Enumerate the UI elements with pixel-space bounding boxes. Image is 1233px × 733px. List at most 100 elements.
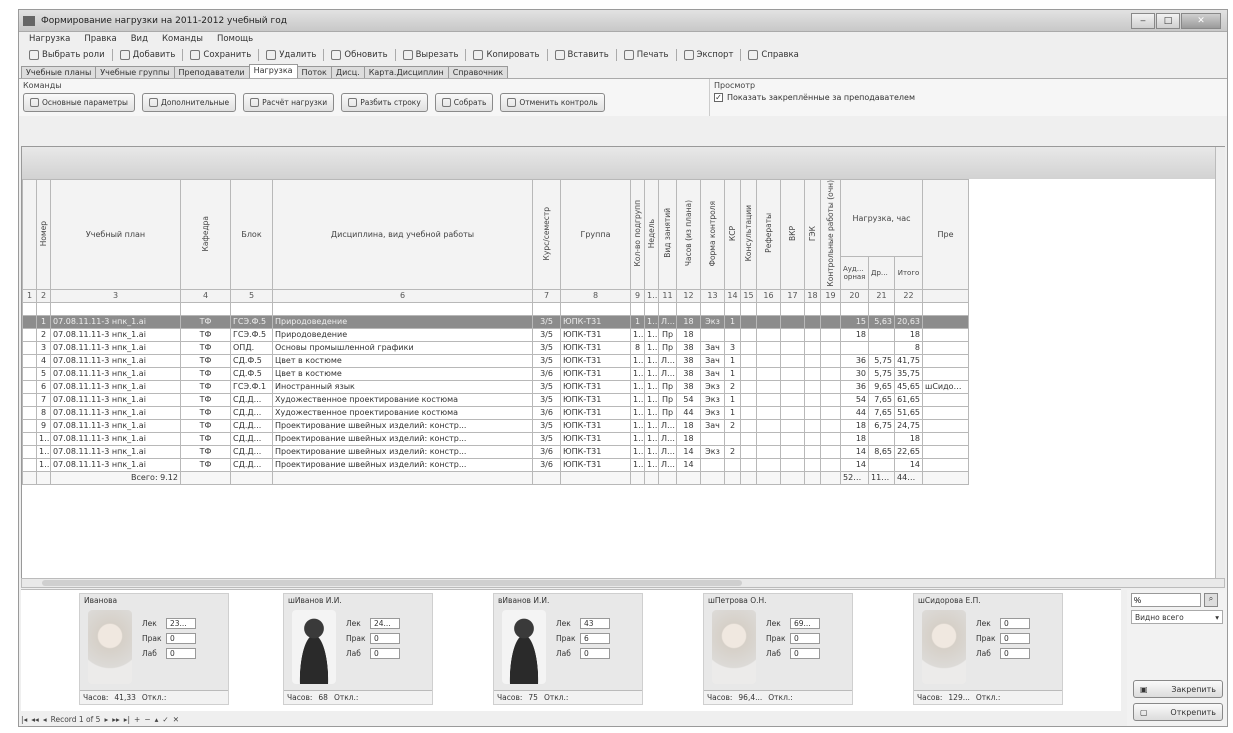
prev-page-button[interactable]: ◂◂ (31, 715, 39, 724)
empty-cell[interactable] (272, 301, 533, 316)
next-page-button[interactable]: ▸▸ (112, 715, 120, 724)
empty-cell[interactable] (50, 301, 181, 316)
toolbar-button-9[interactable]: Экспорт (680, 49, 738, 61)
cell-type[interactable]: Лек (658, 418, 677, 433)
cell-oth[interactable]: 5,63 (868, 314, 895, 329)
column-header-9[interactable]: Кол-во подгрупп (630, 179, 645, 290)
toolbar-button-10[interactable]: Справка (744, 49, 802, 61)
cell-type[interactable]: Пр (658, 392, 677, 407)
cell-weeks[interactable]: 18 (644, 405, 659, 420)
vertical-scrollbar[interactable] (1215, 147, 1225, 579)
cell-control[interactable] (700, 327, 725, 342)
teacher-card[interactable]: шПетрова О.Н. Лек 69... Прак 0 Лаб 0 Часов: 96,4… (703, 593, 853, 705)
cell-c14[interactable]: 3 (724, 340, 741, 355)
empty-cell[interactable] (560, 301, 631, 316)
command-button-1[interactable]: Дополнительные (141, 93, 237, 112)
cell-c14[interactable] (724, 431, 741, 446)
close-button[interactable]: ✕ (1181, 12, 1221, 29)
cell-weeks[interactable]: 18 (644, 431, 659, 446)
cell-group[interactable]: ЮПК-Т31 (560, 418, 631, 433)
cell-group[interactable]: ЮПК-Т31 (560, 431, 631, 446)
empty-cell[interactable] (22, 314, 37, 329)
column-header-1[interactable] (22, 179, 37, 290)
cell-n[interactable]: 3 (36, 340, 51, 355)
cell-plan[interactable]: 07.08.11.11-3 нпк_1.ai (50, 379, 181, 394)
cell-course[interactable]: 3/6 (532, 366, 561, 381)
cell-kaf[interactable]: ТФ (180, 379, 231, 394)
empty-cell[interactable] (740, 431, 757, 446)
toolbar-button-0[interactable]: Выбрать роли (25, 49, 109, 61)
cell-kaf[interactable]: ТФ (180, 392, 231, 407)
empty-cell[interactable] (22, 353, 37, 368)
cell-c14[interactable]: 1 (724, 366, 741, 381)
empty-cell[interactable] (22, 379, 37, 394)
cell-aud[interactable]: 14 (840, 457, 869, 472)
empty-cell[interactable] (740, 366, 757, 381)
cell-weeks[interactable]: 18 (644, 444, 659, 459)
command-button-3[interactable]: Разбить строку (341, 93, 428, 112)
last-record-button[interactable]: ▸| (124, 715, 130, 724)
cell-block[interactable]: СД.Ф.5 (230, 353, 273, 368)
cell-sub[interactable]: 18 (630, 392, 645, 407)
cell-aud[interactable]: 18 (840, 327, 869, 342)
empty-cell[interactable] (532, 301, 561, 316)
empty-cell[interactable] (22, 457, 37, 472)
cell-control[interactable] (700, 457, 725, 472)
cell-plan[interactable]: 07.08.11.11-3 нпк_1.ai (50, 353, 181, 368)
empty-cell[interactable] (820, 340, 841, 355)
tab-5[interactable]: Дисц. (330, 66, 365, 78)
cell-sub[interactable]: 18 (630, 379, 645, 394)
cell-hours[interactable]: 38 (676, 340, 701, 355)
empty-cell[interactable] (820, 379, 841, 394)
empty-cell[interactable] (676, 301, 701, 316)
cell-n[interactable]: 5 (36, 366, 51, 381)
empty-cell[interactable] (804, 379, 821, 394)
cell-type[interactable]: Пр (658, 405, 677, 420)
tab-3[interactable]: Нагрузка (248, 64, 298, 78)
cell-tot[interactable]: 8 (894, 340, 923, 355)
empty-cell[interactable] (820, 444, 841, 459)
cell-n[interactable]: 10 (36, 431, 51, 446)
unpin-button[interactable]: ▢ Открепить (1133, 703, 1223, 721)
column-header-2[interactable]: Номер (36, 179, 51, 290)
empty-cell[interactable] (780, 405, 805, 420)
cell-prep[interactable] (922, 418, 969, 433)
menu-item-2[interactable]: Вид (131, 34, 148, 44)
cell-kaf[interactable]: ТФ (180, 340, 231, 355)
cell-tot[interactable]: 24,75 (894, 418, 923, 433)
toolbar-button-6[interactable]: Копировать (469, 49, 543, 61)
column-header-18[interactable]: ГЭК (804, 179, 821, 290)
column-header-10[interactable]: Недель (644, 179, 659, 290)
checkbox-box[interactable]: ✓ (714, 93, 723, 102)
cell-c14[interactable]: 1 (724, 405, 741, 420)
empty-cell[interactable] (740, 301, 757, 316)
teacher-card[interactable]: Иванова Лек 23... Прак 0 Лаб 0 Часов: 41,33 Откл.… (79, 593, 229, 705)
cell-plan[interactable]: 07.08.11.11-3 нпк_1.ai (50, 418, 181, 433)
cell-c14[interactable]: 2 (724, 444, 741, 459)
column-header-7[interactable]: Курс/семестр (532, 179, 561, 290)
cell-block[interactable]: СД.Д... (230, 392, 273, 407)
empty-cell[interactable] (756, 431, 781, 446)
cell-oth[interactable] (868, 327, 895, 342)
empty-cell[interactable] (804, 457, 821, 472)
cell-kaf[interactable]: ТФ (180, 444, 231, 459)
cell-sub[interactable]: 18 (630, 353, 645, 368)
cell-hours[interactable]: 38 (676, 366, 701, 381)
cell-sub[interactable]: 18 (630, 366, 645, 381)
cell-n[interactable]: 8 (36, 405, 51, 420)
empty-cell[interactable] (756, 405, 781, 420)
menu-item-3[interactable]: Команды (162, 34, 203, 44)
cell-tot[interactable]: 51,65 (894, 405, 923, 420)
cell-kaf[interactable]: ТФ (180, 353, 231, 368)
empty-cell[interactable] (780, 457, 805, 472)
cell-group[interactable]: ЮПК-Т31 (560, 405, 631, 420)
toolbar-button-2[interactable]: Сохранить (186, 49, 255, 61)
cell-aud[interactable] (840, 340, 869, 355)
toolbar-button-4[interactable]: Обновить (327, 49, 391, 61)
cell-hours[interactable]: 18 (676, 327, 701, 342)
empty-cell[interactable] (756, 457, 781, 472)
cell-hours[interactable]: 18 (676, 314, 701, 329)
cell-sub[interactable]: 18 (630, 444, 645, 459)
cell-group[interactable]: ЮПК-Т31 (560, 327, 631, 342)
empty-cell[interactable] (740, 405, 757, 420)
